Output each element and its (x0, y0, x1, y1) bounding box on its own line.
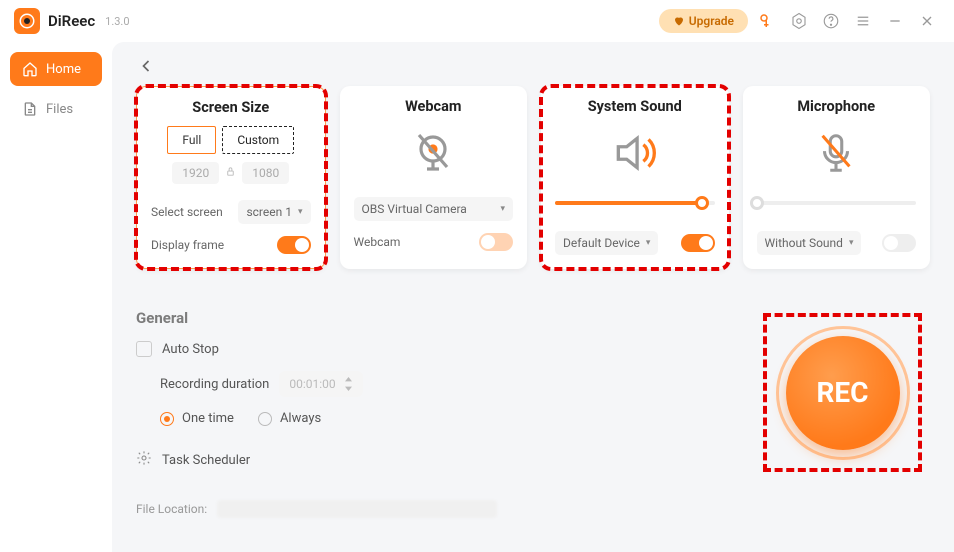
file-location-path (217, 500, 497, 518)
close-icon[interactable] (914, 8, 940, 34)
record-ring: REC (776, 326, 910, 460)
mic-toggle[interactable] (882, 234, 916, 252)
card-screen-size: Screen Size Full Custom 1920 1080 Select… (136, 86, 326, 269)
upgrade-label: Upgrade (689, 14, 734, 28)
webcam-device-row: OBS Virtual Camera▾ (354, 191, 514, 221)
help-icon[interactable] (818, 8, 844, 34)
card-title: Microphone (757, 98, 917, 115)
slider-fill (555, 201, 702, 205)
webcam-label: Webcam (354, 235, 401, 249)
card-webcam: Webcam OBS Virtual Camera▾ Webcam (340, 86, 528, 269)
size-custom-button[interactable]: Custom (222, 126, 294, 154)
sidebar-item-files[interactable]: Files (10, 92, 102, 126)
display-frame-toggle[interactable] (277, 236, 311, 254)
webcam-device-select[interactable]: OBS Virtual Camera▾ (354, 197, 514, 221)
select-screen-row: Select screen screen 1▾ (151, 194, 311, 224)
stepper-icon (344, 377, 353, 391)
lock-icon[interactable] (225, 166, 236, 180)
sound-volume-slider[interactable] (555, 201, 715, 205)
sidebar-item-label: Files (46, 102, 73, 117)
record-button-wrap: REC (765, 315, 920, 470)
file-location-label: File Location: (136, 502, 207, 516)
back-row (136, 56, 930, 80)
display-frame-label: Display frame (151, 238, 224, 252)
mic-volume-slider[interactable] (757, 201, 917, 205)
record-circle-icon (18, 12, 36, 30)
auto-stop-checkbox[interactable] (136, 341, 152, 357)
record-highlight: REC (765, 315, 920, 470)
dimension-width[interactable]: 1920 (172, 162, 219, 184)
main: Screen Size Full Custom 1920 1080 Select… (112, 42, 954, 552)
chevron-down-icon: ▾ (500, 204, 505, 214)
settings-icon[interactable] (786, 8, 812, 34)
dimension-height[interactable]: 1080 (242, 162, 289, 184)
card-system-sound: System Sound Default Device▾ (541, 86, 729, 269)
recording-duration-input[interactable]: 00:01:00 (279, 371, 362, 397)
speaker-icon (555, 125, 715, 181)
titlebar-right: Upgrade (659, 8, 940, 34)
home-icon (22, 61, 38, 77)
display-frame-row: Display frame (151, 230, 311, 254)
app-name: DiReec (48, 12, 95, 30)
minimize-icon[interactable] (882, 8, 908, 34)
radio-icon (258, 412, 272, 426)
titlebar: DiReec 1.3.0 Upgrade (0, 0, 954, 42)
general-section: General Auto Stop Recording duration 00:… (136, 309, 930, 518)
chevron-down-icon: ▾ (849, 238, 854, 248)
app-version: 1.3.0 (105, 15, 129, 28)
file-location-row: File Location: (136, 500, 930, 518)
slider-thumb[interactable] (750, 196, 764, 210)
heart-icon (673, 15, 685, 27)
titlebar-left: DiReec 1.3.0 (14, 8, 130, 34)
radio-icon (160, 412, 174, 426)
webcam-toggle[interactable] (479, 233, 513, 251)
mic-off-icon (757, 125, 917, 181)
key-icon[interactable] (754, 8, 780, 34)
recording-duration-label: Recording duration (160, 377, 269, 392)
file-icon (22, 101, 38, 117)
menu-icon[interactable] (850, 8, 876, 34)
webcam-off-icon (354, 125, 514, 181)
cards-row: Screen Size Full Custom 1920 1080 Select… (136, 86, 930, 269)
chevron-down-icon: ▾ (646, 238, 651, 248)
layout: Home Files Screen Size Full Custom 1920 … (0, 42, 954, 552)
webcam-toggle-row: Webcam (354, 227, 514, 251)
chevron-down-icon: ▾ (298, 207, 303, 217)
upgrade-button[interactable]: Upgrade (659, 9, 748, 33)
sidebar: Home Files (0, 42, 112, 552)
sound-toggle[interactable] (681, 234, 715, 252)
sidebar-item-home[interactable]: Home (10, 52, 102, 86)
record-button[interactable]: REC (786, 336, 900, 450)
card-microphone: Microphone Without Sound▾ (743, 86, 931, 269)
size-toggle: Full Custom (151, 126, 311, 154)
app-logo (14, 8, 40, 34)
card-title: Webcam (354, 98, 514, 115)
task-scheduler-label: Task Scheduler (162, 453, 250, 468)
mic-device-select[interactable]: Without Sound▾ (757, 231, 862, 255)
radio-always[interactable]: Always (258, 411, 321, 426)
back-arrow-icon[interactable] (136, 56, 156, 80)
sidebar-item-label: Home (46, 62, 81, 77)
dimensions: 1920 1080 (151, 162, 311, 184)
select-screen-dropdown[interactable]: screen 1▾ (238, 200, 310, 224)
sound-device-row: Default Device▾ (555, 225, 715, 255)
radio-one-time[interactable]: One time (160, 411, 234, 426)
slider-thumb[interactable] (695, 196, 709, 210)
size-full-button[interactable]: Full (167, 126, 216, 154)
sound-device-select[interactable]: Default Device▾ (555, 231, 658, 255)
mic-device-row: Without Sound▾ (757, 225, 917, 255)
select-screen-label: Select screen (151, 205, 223, 219)
auto-stop-label: Auto Stop (162, 342, 219, 357)
gear-icon (136, 450, 152, 470)
card-title: System Sound (555, 98, 715, 115)
card-title: Screen Size (151, 99, 311, 116)
